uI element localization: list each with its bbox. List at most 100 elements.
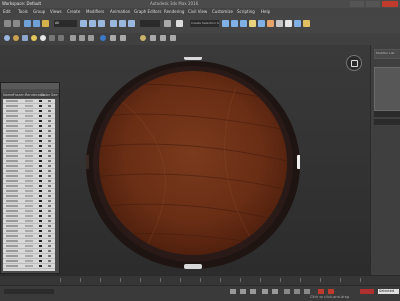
menu-item-group[interactable]: Group bbox=[33, 9, 45, 14]
parameter-field[interactable] bbox=[374, 119, 400, 125]
snap-toggle-icon[interactable] bbox=[176, 20, 183, 27]
sphere-icon[interactable] bbox=[4, 35, 10, 41]
scene-explorer-titlebar[interactable] bbox=[1, 83, 59, 89]
status-prompt: Click or click-and-drag bbox=[310, 295, 350, 299]
redo-icon[interactable] bbox=[13, 20, 20, 27]
utilities-icon[interactable] bbox=[110, 35, 116, 41]
key-mode-icon[interactable] bbox=[262, 289, 268, 294]
wooden-disc-object[interactable] bbox=[86, 57, 300, 269]
selection-filter-dropdown[interactable]: All bbox=[54, 20, 77, 27]
auto-key-icon[interactable] bbox=[318, 289, 324, 294]
scene-explorer-list[interactable] bbox=[3, 99, 55, 271]
select-object-icon[interactable] bbox=[80, 20, 87, 27]
named-selection-dropdown[interactable]: Create Selection Set bbox=[190, 20, 219, 27]
geometry-icon[interactable] bbox=[160, 35, 166, 41]
light-icon[interactable] bbox=[31, 35, 37, 41]
minimize-button[interactable] bbox=[350, 1, 364, 7]
menu-item-views[interactable]: Views bbox=[50, 9, 62, 14]
modifier-list-dropdown[interactable]: Modifier List bbox=[374, 49, 400, 59]
orbit-icon[interactable] bbox=[304, 289, 310, 294]
close-button[interactable] bbox=[382, 1, 398, 7]
unlink-icon[interactable] bbox=[33, 20, 40, 27]
list-item[interactable] bbox=[3, 264, 55, 269]
curve-editor-icon[interactable] bbox=[258, 20, 265, 27]
display-icon[interactable] bbox=[70, 35, 76, 41]
pan-icon[interactable] bbox=[294, 289, 300, 294]
hierarchy-icon[interactable] bbox=[79, 35, 85, 41]
disc-top-handle bbox=[184, 57, 202, 60]
menu-item-customize[interactable]: Customize bbox=[212, 9, 233, 14]
menu-item-create[interactable]: Create bbox=[67, 9, 80, 14]
select-and-rotate-icon[interactable] bbox=[119, 20, 126, 27]
cylinder-icon[interactable] bbox=[13, 35, 19, 41]
play-forward-icon[interactable] bbox=[250, 289, 256, 294]
play-back-icon[interactable] bbox=[230, 289, 236, 294]
motion-icon[interactable] bbox=[88, 35, 94, 41]
menu-item-modifiers[interactable]: Modifiers bbox=[86, 9, 104, 14]
disc-right-knob bbox=[297, 155, 300, 169]
material-editor-icon[interactable] bbox=[276, 20, 283, 27]
disc-wood-grain bbox=[99, 71, 287, 255]
pivot-center-icon[interactable] bbox=[164, 20, 171, 27]
workspace-label[interactable]: Workspace: Default bbox=[2, 1, 41, 6]
viewcube-icon[interactable] bbox=[351, 60, 358, 67]
shape-icon[interactable] bbox=[140, 35, 146, 41]
set-key-icon[interactable] bbox=[328, 289, 334, 294]
window-title: Autodesk 3ds Max 2016 bbox=[150, 1, 199, 6]
render-production-icon[interactable] bbox=[303, 20, 310, 27]
maximize-button[interactable] bbox=[366, 1, 380, 7]
menu-item-graph-editors[interactable]: Graph Editors bbox=[134, 9, 161, 14]
menu-item-edit[interactable]: Edit bbox=[3, 9, 11, 14]
camera-icon[interactable] bbox=[40, 35, 46, 41]
select-and-move-icon[interactable] bbox=[110, 20, 117, 27]
reference-coordinate-dropdown[interactable] bbox=[140, 20, 160, 27]
steering-wheel-icon[interactable] bbox=[346, 55, 362, 71]
menu-item-animation[interactable]: Animation bbox=[110, 9, 130, 14]
layer-manager-icon[interactable] bbox=[240, 20, 247, 27]
disc-left-knob bbox=[86, 155, 89, 169]
render-frame-icon[interactable] bbox=[294, 20, 301, 27]
modify-icon[interactable] bbox=[120, 35, 126, 41]
maxscript-listener[interactable] bbox=[4, 289, 54, 294]
play-icon[interactable] bbox=[240, 289, 246, 294]
parameter-field[interactable] bbox=[374, 111, 400, 117]
modifier-stack[interactable] bbox=[374, 67, 400, 111]
compound-icon[interactable] bbox=[170, 35, 176, 41]
material-sphere-icon[interactable] bbox=[100, 35, 106, 41]
modifier-list-label: Modifier List bbox=[376, 51, 395, 55]
column-see[interactable]: See bbox=[51, 93, 58, 97]
select-by-name-icon[interactable] bbox=[89, 20, 96, 27]
title-bar: Workspace: Default Autodesk 3ds Max 2016 bbox=[0, 0, 400, 8]
command-panel: Modifier List bbox=[370, 45, 400, 275]
select-and-scale-icon[interactable] bbox=[128, 20, 135, 27]
zoom-icon[interactable] bbox=[284, 289, 290, 294]
undo-icon[interactable] bbox=[4, 20, 11, 27]
align-icon[interactable] bbox=[231, 20, 238, 27]
menu-item-help[interactable]: Help bbox=[261, 9, 270, 14]
menu-item-tools[interactable]: Tools bbox=[18, 9, 28, 14]
column-name[interactable]: Name bbox=[3, 93, 13, 97]
systems-icon[interactable] bbox=[150, 35, 156, 41]
time-config-icon[interactable] bbox=[272, 289, 278, 294]
selection-set-dropdown[interactable]: Selected bbox=[378, 289, 399, 294]
status-bar: Selected Click or click-and-drag bbox=[0, 285, 400, 301]
menu-item-rendering[interactable]: Rendering bbox=[164, 9, 184, 14]
menu-item-civil-view[interactable]: Civil View bbox=[188, 9, 207, 14]
set-key-button[interactable] bbox=[360, 289, 374, 294]
graphite-ribbon-icon[interactable] bbox=[249, 20, 256, 27]
disc-bottom-handle bbox=[184, 264, 202, 269]
link-icon[interactable] bbox=[24, 20, 31, 27]
column-frozen[interactable]: Frozen bbox=[13, 93, 24, 97]
mirror-icon[interactable] bbox=[222, 20, 229, 27]
schematic-view-icon[interactable] bbox=[267, 20, 274, 27]
helper-icon[interactable] bbox=[49, 35, 55, 41]
scene-explorer-columns: Name Frozen Renderable Color See bbox=[1, 93, 59, 98]
space-warp-icon[interactable] bbox=[58, 35, 64, 41]
box-icon[interactable] bbox=[22, 35, 28, 41]
rectangular-selection-icon[interactable] bbox=[98, 20, 105, 27]
bind-space-warp-icon[interactable] bbox=[42, 20, 49, 27]
column-color[interactable]: Color bbox=[41, 93, 50, 97]
menu-item-scripting[interactable]: Scripting bbox=[237, 9, 255, 14]
main-toolbar: All Create Selection Set bbox=[0, 15, 400, 34]
render-setup-icon[interactable] bbox=[285, 20, 292, 27]
